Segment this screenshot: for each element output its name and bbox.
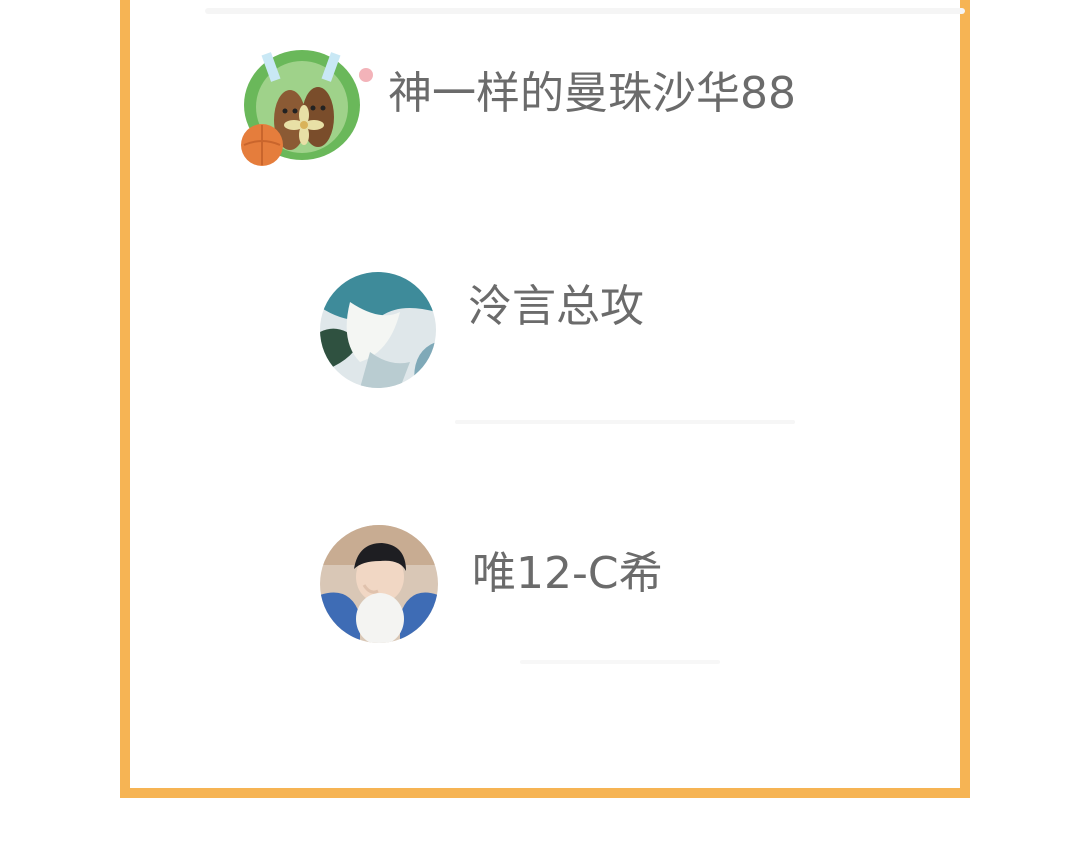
divider-top (205, 8, 965, 14)
kiwi-cartoon-avatar-icon (241, 50, 373, 166)
username[interactable]: 泠言总攻 (468, 270, 644, 334)
divider (520, 660, 720, 664)
user-row[interactable]: 泠言总攻 (320, 272, 644, 388)
divider (455, 420, 795, 424)
person-photo-avatar-icon (320, 525, 438, 643)
person-photo-avatar-icon[interactable] (320, 525, 438, 643)
kiwi-cartoon-avatar-icon[interactable] (238, 45, 378, 167)
user-row[interactable]: 唯12-C希 (320, 525, 663, 643)
username[interactable]: 唯12-C希 (472, 537, 663, 601)
comment-screenshot-page: 神一样的曼珠沙华88 泠言总攻 唯12-C希 (0, 0, 1080, 844)
landscape-photo-avatar-icon (320, 272, 436, 388)
landscape-photo-avatar-icon[interactable] (320, 272, 436, 388)
user-row[interactable]: 神一样的曼珠沙华88 (238, 45, 796, 167)
username[interactable]: 神一样的曼珠沙华88 (388, 57, 796, 121)
